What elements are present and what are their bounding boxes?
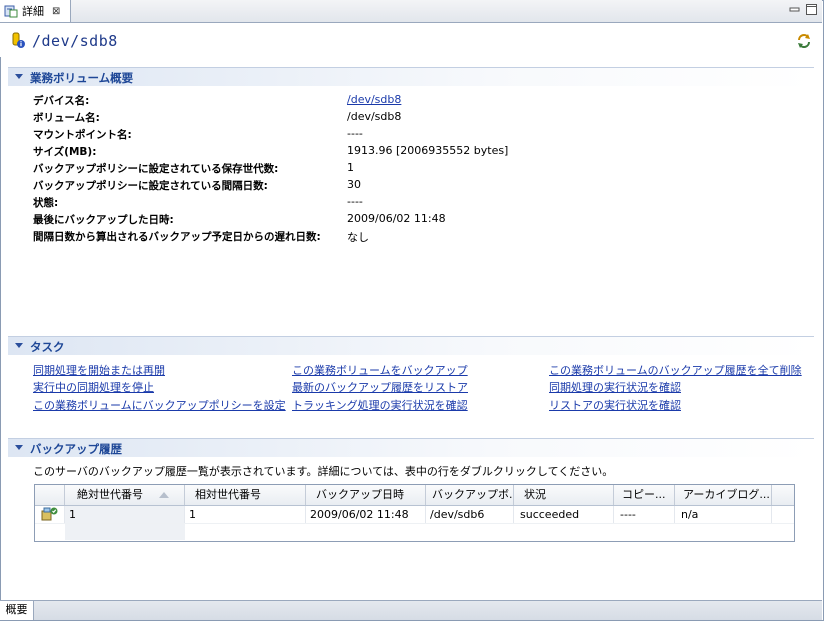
overview-label: マウントポイント名: (33, 129, 132, 141)
column-header-backup-date[interactable]: バックアップ日時 (306, 485, 426, 505)
empty-table-row (35, 523, 794, 541)
overview-label: 状態: (33, 197, 59, 209)
column-header-label: アーカイブログ... (683, 488, 770, 501)
task-link-set-policy[interactable]: この業務ボリュームにバックアップポリシーを設定 (33, 397, 286, 413)
section-title-tasks: タスク (30, 340, 65, 354)
column-header-relative-gen[interactable]: 相対世代番号 (185, 485, 306, 505)
table-cell: n/a (675, 506, 772, 523)
editor-title-area: /dev/sdb8 (0, 23, 822, 57)
overview-value: なし (347, 231, 369, 244)
task-link-backup[interactable]: この業務ボリュームをバックアップ (292, 362, 468, 378)
maximize-icon[interactable] (805, 3, 818, 16)
column-header-copy[interactable]: コピー... (614, 485, 675, 505)
tab-close-icon[interactable]: ⊠ (52, 6, 60, 17)
tab-overview[interactable]: 概要 (0, 601, 34, 620)
overview-value: 1 (347, 161, 354, 174)
table-cell: ---- (614, 506, 675, 523)
column-header-label: バックアップボ... (432, 488, 514, 501)
table-cell: 2009/06/02 11:48 (306, 506, 426, 523)
collapse-triangle-icon[interactable] (15, 445, 23, 450)
bottom-tab-bar: 概要 (0, 600, 822, 620)
section-header-history[interactable]: バックアップ履歴 (8, 438, 814, 457)
details-tab-icon (4, 4, 18, 18)
column-header-label: バックアップ日時 (316, 488, 404, 501)
table-cell: 1 (65, 506, 185, 523)
overview-value: /dev/sdb8 (347, 110, 402, 123)
device-name-link[interactable]: /dev/sdb8 (347, 93, 401, 106)
table-header: 絶対世代番号 相対世代番号 バックアップ日時 バックアップボ... 状況 コピー… (35, 485, 794, 506)
editor-tab-bar: 詳細 ⊠ (0, 0, 822, 23)
table-cell: 1 (185, 506, 306, 523)
overview-label: 間隔日数から算出されるバックアップ予定日からの遅れ日数: (33, 231, 321, 243)
column-header-backup-volume[interactable]: バックアップボ... (426, 485, 514, 505)
overview-label: ボリューム名: (33, 112, 100, 124)
task-link-restore-status[interactable]: リストアの実行状況を確認 (549, 397, 681, 413)
icon-column-header[interactable] (35, 485, 65, 505)
history-row-icon (35, 506, 65, 523)
overview-value: 30 (347, 178, 361, 191)
task-link-delete-history[interactable]: この業務ボリュームのバックアップ履歴を全て削除 (549, 362, 802, 378)
tab-details[interactable]: 詳細 ⊠ (0, 0, 71, 22)
task-link-start-sync[interactable]: 同期処理を開始または再開 (33, 362, 165, 378)
overview-label: デバイス名: (33, 95, 90, 107)
minimize-icon[interactable] (788, 3, 801, 16)
column-header-archive-log[interactable]: アーカイブログ... (675, 485, 772, 505)
overview-label: 最後にバックアップした日時: (33, 214, 174, 226)
backup-history-table[interactable]: 絶対世代番号 相対世代番号 バックアップ日時 バックアップボ... 状況 コピー… (34, 484, 795, 542)
column-header-label: 状況 (524, 488, 546, 501)
page-title: /dev/sdb8 (32, 32, 118, 50)
tab-details-label: 詳細 (22, 5, 44, 18)
collapse-triangle-icon[interactable] (15, 343, 23, 348)
overview-label: サイズ(MB): (33, 146, 97, 158)
refresh-icon[interactable] (796, 33, 812, 49)
section-title-history: バックアップ履歴 (30, 442, 122, 456)
column-header-status[interactable]: 状況 (514, 485, 614, 505)
history-description: このサーバのバックアップ履歴一覧が表示されています。詳細については、表中の行をダ… (33, 465, 614, 478)
overview-label: バックアップポリシーに設定されている間隔日数: (33, 180, 268, 192)
overview-value: 2009/06/02 11:48 (347, 212, 446, 225)
overview-value: 1913.96 [2006935552 bytes] (347, 144, 509, 157)
column-header-label: 絶対世代番号 (77, 488, 143, 501)
section-title-overview: 業務ボリューム概要 (30, 71, 134, 85)
column-header-absolute-gen[interactable]: 絶対世代番号 (65, 485, 185, 505)
overview-value: ---- (347, 127, 363, 140)
section-header-tasks[interactable]: タスク (8, 336, 814, 355)
overview-value: ---- (347, 195, 363, 208)
table-cell: succeeded (514, 506, 614, 523)
collapse-triangle-icon[interactable] (15, 74, 23, 79)
task-link-stop-sync[interactable]: 実行中の同期処理を停止 (33, 379, 154, 395)
task-link-restore-latest[interactable]: 最新のバックアップ履歴をリストア (292, 379, 468, 395)
column-header-label: 相対世代番号 (195, 488, 261, 501)
sort-ascending-icon (158, 492, 169, 498)
task-link-tracking-status[interactable]: トラッキング処理の実行状況を確認 (292, 397, 468, 413)
overview-label: バックアップポリシーに設定されている保存世代数: (33, 163, 279, 175)
section-header-overview[interactable]: 業務ボリューム概要 (8, 67, 814, 86)
column-header-label: コピー... (622, 488, 666, 501)
table-cell: /dev/sdb6 (426, 506, 514, 523)
task-link-sync-status[interactable]: 同期処理の実行状況を確認 (549, 379, 681, 395)
volume-info-icon (10, 32, 26, 48)
table-row[interactable]: 1 1 2009/06/02 11:48 /dev/sdb6 succeeded… (35, 506, 794, 523)
